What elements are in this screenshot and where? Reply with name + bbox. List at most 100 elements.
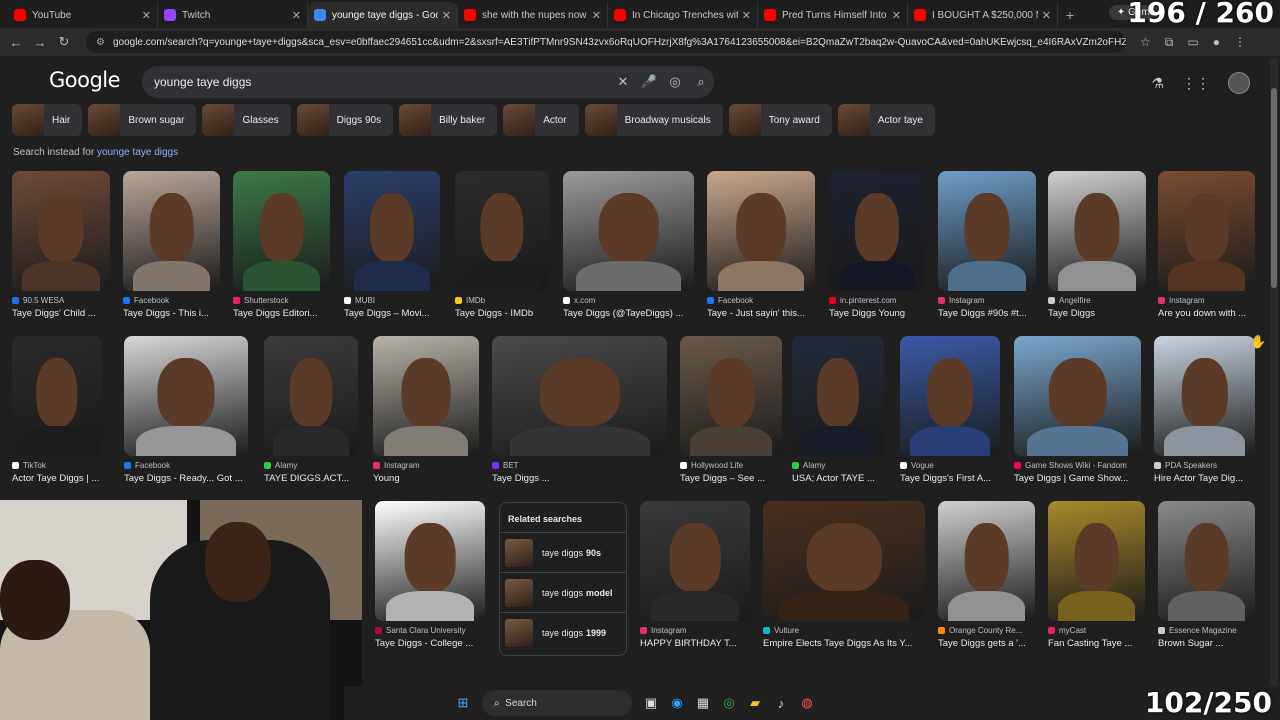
result-source[interactable]: myCast	[1048, 626, 1145, 635]
result-caption[interactable]: Taye Diggs – Movi...	[344, 308, 440, 319]
tab-1[interactable]: Twitch ✕	[158, 2, 308, 28]
image-result[interactable]: Orange County Re... Taye Diggs gets a '..…	[938, 501, 1035, 649]
labs-icon[interactable]: ⚗	[1151, 75, 1164, 92]
result-source[interactable]: in.pinterest.com	[829, 296, 925, 305]
store-icon[interactable]: ▦	[690, 690, 716, 716]
result-thumbnail[interactable]	[455, 171, 549, 291]
result-thumbnail[interactable]	[1154, 336, 1255, 456]
result-caption[interactable]: Young	[373, 473, 479, 484]
chip-5[interactable]: Actor	[503, 104, 579, 136]
tab-2[interactable]: younge taye diggs - Google ✕	[308, 2, 458, 28]
result-caption[interactable]: Taye Diggs #90s #t...	[938, 308, 1036, 319]
result-thumbnail[interactable]	[938, 501, 1035, 621]
result-source[interactable]: BET	[492, 461, 667, 470]
result-thumbnail[interactable]	[1048, 501, 1145, 621]
result-caption[interactable]: Taye Diggs Young	[829, 308, 925, 319]
result-source[interactable]: Instagram	[373, 461, 479, 470]
back-icon[interactable]: ←	[4, 35, 28, 50]
result-source[interactable]: PDA Speakers	[1154, 461, 1255, 470]
result-caption[interactable]: Taye Diggs (@TayeDiggs) ...	[563, 308, 694, 319]
result-thumbnail[interactable]	[900, 336, 1000, 456]
image-result[interactable]: in.pinterest.com Taye Diggs Young	[829, 171, 925, 319]
search-icon[interactable]: ⌕	[688, 74, 714, 90]
result-source[interactable]: Facebook	[707, 296, 815, 305]
result-thumbnail[interactable]	[938, 171, 1036, 291]
image-result[interactable]: Shutterstock Taye Diggs Editori...	[233, 171, 330, 319]
result-thumbnail[interactable]	[373, 336, 479, 456]
result-caption[interactable]: Brown Sugar ...	[1158, 638, 1255, 649]
result-thumbnail[interactable]	[1158, 501, 1255, 621]
chrome-icon[interactable]: ◎	[716, 690, 742, 716]
image-result[interactable]: TikTok Actor Taye Diggs | ...	[12, 336, 102, 484]
result-thumbnail[interactable]	[707, 171, 815, 291]
chip-1[interactable]: Brown sugar	[88, 104, 197, 136]
result-source[interactable]: Facebook	[123, 296, 220, 305]
result-source[interactable]: Alamy	[264, 461, 358, 470]
result-thumbnail[interactable]	[680, 336, 782, 456]
related-search-item[interactable]: taye diggs 1999	[500, 612, 626, 652]
image-result[interactable]: myCast Fan Casting Taye ...	[1048, 501, 1145, 649]
result-caption[interactable]: Taye Diggs – See ...	[680, 473, 782, 484]
tab-close-icon[interactable]: ✕	[1042, 9, 1051, 22]
tab-close-icon[interactable]: ✕	[442, 9, 451, 22]
related-search-item[interactable]: taye diggs model	[500, 572, 626, 612]
new-tab-button[interactable]: +	[1058, 2, 1082, 28]
result-thumbnail[interactable]	[1048, 171, 1146, 291]
image-result[interactable]: Vogue Taye Diggs's First A...	[900, 336, 1000, 484]
result-source[interactable]: Game Shows Wiki - Fandom	[1014, 461, 1141, 470]
tab-0[interactable]: YouTube ✕	[8, 2, 158, 28]
result-caption[interactable]: Fan Casting Taye ...	[1048, 638, 1145, 649]
result-thumbnail[interactable]	[124, 336, 248, 456]
image-result[interactable]: Facebook Taye Diggs - Ready... Got ...	[124, 336, 248, 484]
result-source[interactable]: Instagram	[938, 296, 1036, 305]
result-source[interactable]: Instagram	[640, 626, 750, 635]
result-source[interactable]: Instagram	[1158, 296, 1255, 305]
result-caption[interactable]: TAYE DIGGS.ACT...	[264, 473, 358, 484]
taskbar-search[interactable]: ⌕ Search	[482, 690, 632, 716]
image-result[interactable]: Game Shows Wiki - Fandom Taye Diggs | Gam…	[1014, 336, 1141, 484]
result-source[interactable]: Shutterstock	[233, 296, 330, 305]
result-thumbnail[interactable]	[12, 336, 102, 456]
menu-icon[interactable]: ⋮	[1234, 35, 1246, 50]
url-field[interactable]: ⚙ google.com/search?q=younge+taye+diggs&…	[86, 31, 1126, 53]
clear-icon[interactable]: ✕	[610, 74, 636, 90]
image-result[interactable]: Alamy USA; Actor TAYE ...	[792, 336, 884, 484]
tab-close-icon[interactable]: ✕	[142, 9, 151, 22]
google-logo[interactable]: Google	[49, 68, 121, 92]
result-thumbnail[interactable]	[233, 171, 330, 291]
search-instead-link[interactable]: younge taye diggs	[97, 147, 178, 158]
search-input[interactable]: younge taye diggs	[154, 75, 610, 89]
mic-icon[interactable]: 🎤	[636, 74, 662, 90]
windows-start-icon[interactable]: ⊞	[450, 690, 476, 716]
result-thumbnail[interactable]	[492, 336, 667, 456]
file-explorer-icon[interactable]: ▰	[742, 690, 768, 716]
chip-0[interactable]: Hair	[12, 104, 83, 136]
result-source[interactable]: Facebook	[124, 461, 248, 470]
result-thumbnail[interactable]	[563, 171, 694, 291]
result-thumbnail[interactable]	[640, 501, 750, 621]
chip-6[interactable]: Broadway musicals	[584, 104, 723, 136]
image-result[interactable]: Facebook Taye - Just sayin' this...	[707, 171, 815, 319]
chip-7[interactable]: Tony award	[728, 104, 832, 136]
related-search-item[interactable]: taye diggs 90s	[500, 532, 626, 572]
result-caption[interactable]: Taye Diggs | Game Show...	[1014, 473, 1141, 484]
result-caption[interactable]: Hire Actor Taye Dig...	[1154, 473, 1255, 484]
result-source[interactable]: Alamy	[792, 461, 884, 470]
result-caption[interactable]: Taye Diggs - IMDb	[455, 308, 549, 319]
result-caption[interactable]: Taye Diggs - College ...	[375, 638, 485, 649]
result-thumbnail[interactable]	[123, 171, 220, 291]
result-thumbnail[interactable]	[264, 336, 358, 456]
search-box[interactable]: younge taye diggs ✕ 🎤 ◎ ⌕	[142, 66, 714, 98]
result-caption[interactable]: Are you down with ...	[1158, 308, 1255, 319]
profile-icon[interactable]: ●	[1213, 35, 1220, 50]
chip-3[interactable]: Diggs 90s	[296, 104, 394, 136]
image-result[interactable]: Hollywood Life Taye Diggs – See ...	[680, 336, 782, 484]
tab-close-icon[interactable]: ✕	[292, 9, 301, 22]
result-caption[interactable]: Taye Diggs Editori...	[233, 308, 330, 319]
obs-icon[interactable]: ◍	[794, 690, 820, 716]
image-result[interactable]: Alamy TAYE DIGGS.ACT...	[264, 336, 358, 484]
tab-close-icon[interactable]: ✕	[892, 9, 901, 22]
scrollbar-thumb[interactable]	[1271, 88, 1277, 288]
tab-close-icon[interactable]: ✕	[592, 9, 601, 22]
bookmark-star-icon[interactable]: ☆	[1140, 35, 1151, 50]
